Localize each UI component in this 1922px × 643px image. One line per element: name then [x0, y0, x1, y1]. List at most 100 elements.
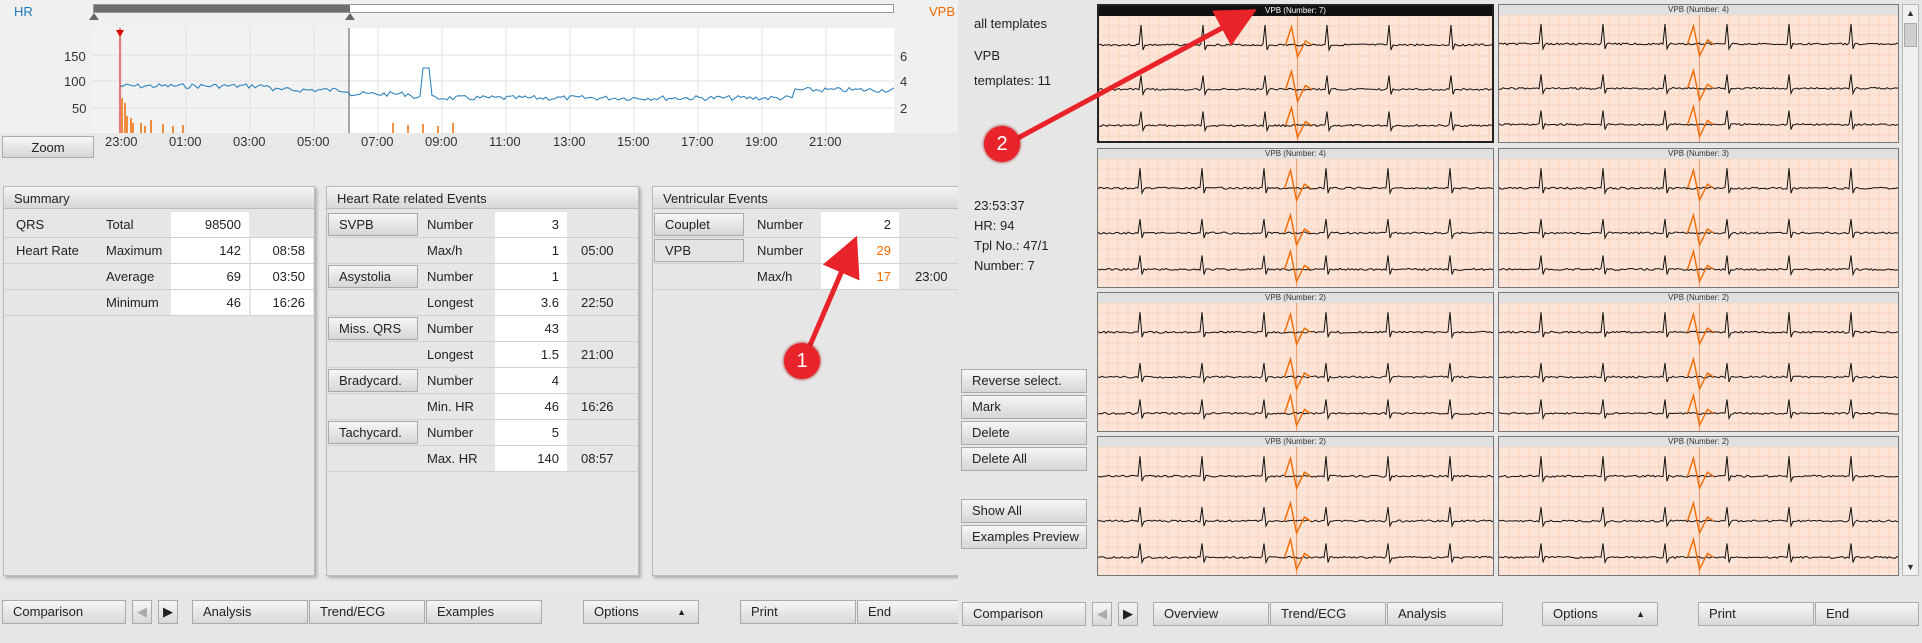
ecg-highlight-beat — [1283, 311, 1311, 347]
hr-axis-label: HR — [14, 4, 33, 19]
row-label: Number — [757, 217, 804, 232]
template-tile[interactable]: VPB (Number: 3) — [1498, 148, 1899, 288]
hr-tick: 50 — [72, 101, 87, 116]
trend-ecg-button[interactable]: Trend/ECG — [1270, 602, 1386, 626]
delete-button[interactable]: Delete — [961, 421, 1087, 445]
ecg-highlight-beat — [1686, 23, 1714, 59]
analysis-button[interactable]: Analysis — [1387, 602, 1503, 626]
prev-arrow-icon[interactable]: ◀ — [132, 600, 152, 624]
asystolia-button[interactable]: Asystolia — [328, 265, 418, 288]
print-button[interactable]: Print — [740, 600, 856, 624]
range-end-handle-icon[interactable] — [345, 13, 355, 20]
ecg-highlight-beat — [1686, 167, 1714, 203]
comparison-button[interactable]: Comparison — [962, 602, 1086, 626]
time-tick: 01:00 — [169, 134, 202, 149]
template-title: VPB (Number: 3) — [1499, 149, 1898, 159]
miss-qrs-button[interactable]: Miss. QRS — [328, 317, 418, 340]
template-tile[interactable]: VPB (Number: 2) — [1498, 436, 1899, 576]
vpb-axis-label: VPB — [929, 4, 956, 19]
row-sublabel: Maximum — [106, 243, 163, 258]
bradycard-button[interactable]: Bradycard. — [328, 369, 418, 392]
template-hr: HR: 94 — [974, 218, 1015, 233]
row-sublabel: Average — [106, 269, 155, 284]
couplet-button[interactable]: Couplet — [654, 213, 744, 236]
row-time: 16:26 — [581, 399, 614, 414]
template-title: VPB (Number: 2) — [1098, 437, 1493, 447]
table-row: Asystolia Number 1 — [327, 264, 638, 290]
vpb-tick: 6 — [900, 49, 908, 64]
time-axis: 23:00 01:00 03:00 05:00 07:00 09:00 11:0… — [93, 133, 894, 158]
template-tile[interactable]: VPB (Number: 2) — [1097, 436, 1494, 576]
ecg-highlight-beat — [1686, 500, 1714, 536]
table-row: Longest 3.6 22:50 — [327, 290, 638, 316]
row-time: 05:00 — [581, 243, 614, 258]
time-tick: 17:00 — [681, 134, 714, 149]
scroll-down-icon[interactable]: ▼ — [1903, 559, 1918, 575]
row-label: Number — [757, 243, 804, 258]
vpb-tick: 4 — [900, 74, 908, 89]
trend-ecg-button[interactable]: Trend/ECG — [309, 600, 425, 624]
row-label: Number — [427, 321, 474, 336]
options-button[interactable]: Options ▲ — [1542, 602, 1658, 626]
mark-button[interactable]: Mark — [961, 395, 1087, 419]
vpb-tick: 2 — [900, 101, 908, 116]
row-value: 46 — [495, 394, 567, 419]
row-value: 140 — [495, 446, 567, 471]
print-button[interactable]: Print — [1698, 602, 1814, 626]
reverse-select-button[interactable]: Reverse select. — [961, 369, 1087, 393]
table-row: Minimum 46 16:26 — [4, 290, 314, 316]
row-value: 3 — [495, 212, 567, 237]
row-label: Max/h — [427, 243, 463, 258]
template-title: VPB (Number: 2) — [1499, 293, 1898, 303]
time-tick: 09:00 — [425, 134, 458, 149]
annotation-badge-2: 2 — [984, 126, 1020, 162]
svpb-button[interactable]: SVPB — [328, 213, 418, 236]
comparison-button[interactable]: Comparison — [2, 600, 126, 624]
all-templates-label: all templates — [974, 16, 1047, 31]
template-scrollbar[interactable]: ▲ ▼ — [1902, 4, 1919, 576]
end-button[interactable]: End — [1815, 602, 1919, 626]
prev-arrow-icon[interactable]: ◀ — [1092, 602, 1112, 626]
ecg-trace — [1499, 446, 1898, 575]
template-tile[interactable]: VPB (Number: 2) — [1097, 292, 1494, 432]
options-button[interactable]: Options ▲ — [583, 600, 699, 624]
template-grid: VPB (Number: 7) VPB (Number: 4) VPB (Num… — [1097, 4, 1899, 576]
template-tile[interactable]: VPB (Number: 7) — [1097, 4, 1494, 143]
row-label: Longest — [427, 295, 474, 310]
scroll-up-icon[interactable]: ▲ — [1903, 5, 1918, 21]
analysis-button[interactable]: Analysis — [192, 600, 308, 624]
delete-all-button[interactable]: Delete All — [961, 447, 1087, 471]
overview-button[interactable]: Overview — [1153, 602, 1269, 626]
examples-button[interactable]: Examples — [426, 600, 542, 624]
row-label: Number — [427, 373, 474, 388]
time-tick: 05:00 — [297, 134, 330, 149]
ecg-highlight-beat — [1283, 392, 1311, 428]
ecg-highlight-beat — [1686, 311, 1714, 347]
scrollbar-thumb[interactable] — [1904, 23, 1917, 47]
row-label: Number — [427, 269, 474, 284]
show-all-button[interactable]: Show All — [961, 499, 1087, 523]
range-scrollbar[interactable] — [93, 4, 894, 13]
next-arrow-icon[interactable]: ▶ — [1118, 602, 1138, 626]
next-arrow-icon[interactable]: ▶ — [158, 600, 178, 624]
hr-trend-plot[interactable] — [93, 28, 894, 133]
table-row: Heart Rate Maximum 142 08:58 — [4, 238, 314, 264]
table-row: Bradycard. Number 4 — [327, 368, 638, 394]
trend-area: HR VPB 150 100 50 6 4 2 Zoom 23:00 01:00… — [0, 0, 968, 158]
vpb-button[interactable]: VPB — [654, 239, 744, 262]
ecg-highlight-beat — [1686, 392, 1714, 428]
zoom-button[interactable]: Zoom — [2, 136, 94, 158]
table-row: QRS Total 98500 — [4, 212, 314, 238]
template-tile[interactable]: VPB (Number: 4) — [1498, 4, 1899, 143]
template-tile[interactable]: VPB (Number: 4) — [1097, 148, 1494, 288]
examples-preview-button[interactable]: Examples Preview — [961, 525, 1087, 549]
ecg-lead-trace — [1099, 111, 1492, 133]
template-tile[interactable]: VPB (Number: 2) — [1498, 292, 1899, 432]
end-button[interactable]: End — [857, 600, 965, 624]
tachycard-button[interactable]: Tachycard. — [328, 421, 418, 444]
range-start-handle-icon[interactable] — [89, 13, 99, 20]
row-value: 98500 — [171, 212, 249, 237]
ecg-highlight-beat — [1686, 212, 1714, 248]
template-time: 23:53:37 — [974, 198, 1025, 213]
range-scrollbar-thumb[interactable] — [94, 5, 350, 12]
